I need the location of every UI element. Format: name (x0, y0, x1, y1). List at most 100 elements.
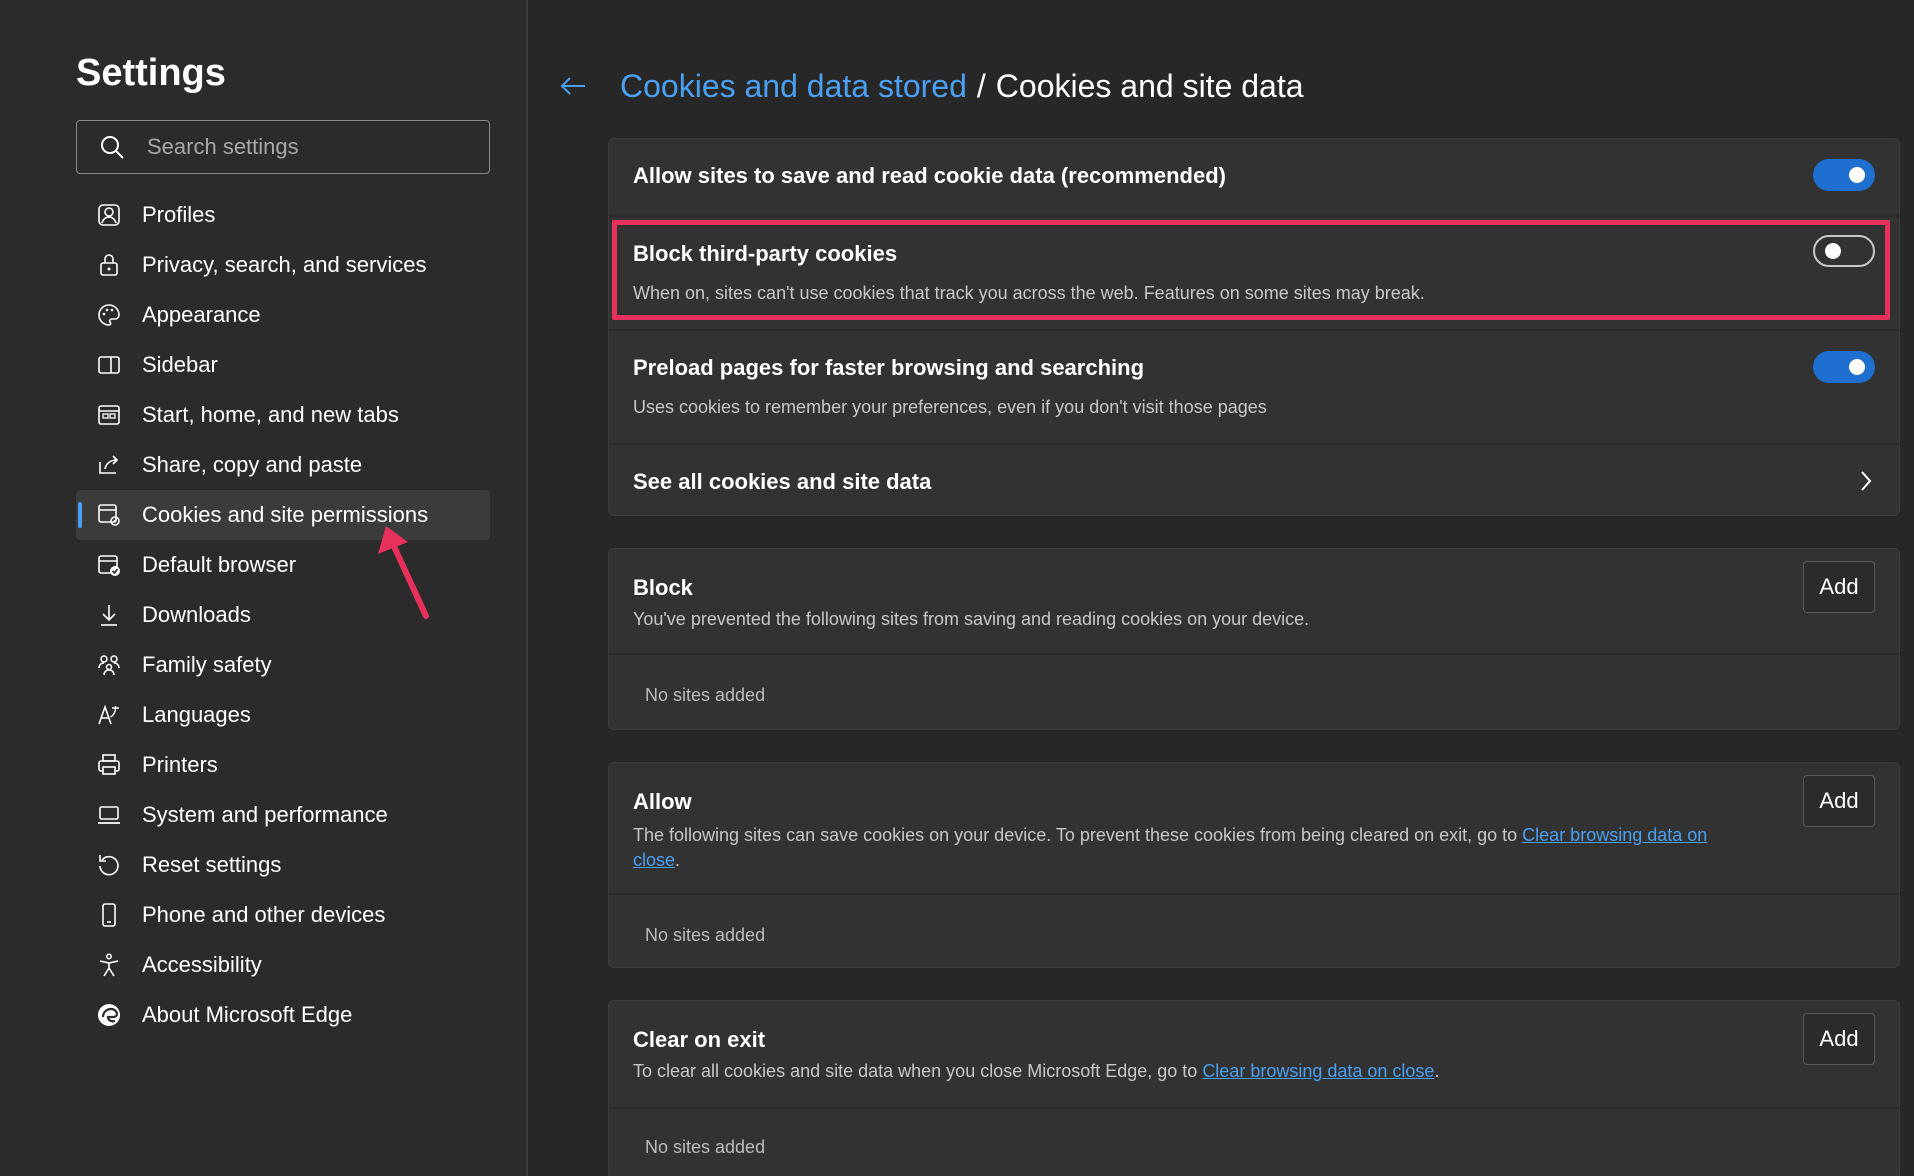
setting-title: Block third-party cookies (633, 241, 898, 266)
nav-item-privacy[interactable]: Privacy, search, and services (76, 240, 490, 290)
divider (609, 893, 1899, 895)
nav-label: System and performance (142, 802, 388, 827)
cookie-settings-card: Allow sites to save and read cookie data… (608, 138, 1900, 516)
nav-label: Downloads (142, 602, 251, 627)
clear-on-exit-add-button[interactable]: Add (1803, 1013, 1875, 1065)
setting-preload: Preload pages for faster browsing and se… (609, 331, 1899, 443)
description-suffix: . (675, 850, 681, 870)
nav-item-printers[interactable]: Printers (76, 740, 490, 790)
nav-label: Languages (142, 702, 251, 727)
clear-browsing-data-link-cont[interactable]: close (633, 850, 675, 870)
empty-list-text: No sites added (645, 685, 766, 705)
page-title: Cookies and site data (995, 67, 1304, 104)
toggle-knob (1825, 243, 1841, 259)
reset-icon (94, 850, 124, 880)
nav-item-family-safety[interactable]: Family safety (76, 640, 490, 690)
nav-item-sidebar[interactable]: Sidebar (76, 340, 490, 390)
nav-item-languages[interactable]: Languages (76, 690, 490, 740)
back-arrow-icon[interactable] (558, 68, 594, 104)
setting-description: Uses cookies to remember your preference… (633, 397, 1267, 417)
default-browser-icon (94, 550, 124, 580)
nav-label: About Microsoft Edge (142, 1002, 353, 1027)
nav-label: Default browser (142, 552, 297, 577)
divider (609, 653, 1899, 655)
empty-list-text: No sites added (645, 925, 766, 945)
setting-title: Preload pages for faster browsing and se… (633, 355, 1145, 380)
nav-item-accessibility[interactable]: Accessibility (76, 940, 490, 990)
clear-browsing-data-link[interactable]: Clear browsing data on (1522, 825, 1707, 845)
nav-label: Profiles (142, 202, 216, 227)
phone-icon (94, 900, 124, 930)
cookie-permissions-icon (94, 500, 124, 530)
block-add-button[interactable]: Add (1803, 561, 1875, 613)
annotation-arrow-icon (378, 526, 429, 619)
setting-title: Allow sites to save and read cookie data… (633, 163, 1226, 188)
lock-icon (94, 250, 124, 280)
nav-label: Accessibility (142, 952, 262, 977)
divider (609, 1107, 1899, 1109)
printer-icon (94, 750, 124, 780)
edge-logo-icon (94, 1000, 124, 1030)
palette-icon (94, 300, 124, 330)
toggle-knob (1849, 167, 1865, 183)
share-icon (94, 450, 124, 480)
setting-allow-sites: Allow sites to save and read cookie data… (609, 139, 1899, 215)
search-icon (97, 132, 127, 162)
setting-title: See all cookies and site data (633, 469, 932, 494)
section-description: To clear all cookies and site data when … (633, 1061, 1439, 1082)
nav-item-about[interactable]: About Microsoft Edge (76, 990, 490, 1040)
sidebar-icon (94, 350, 124, 380)
section-description: The following sites can save cookies on … (633, 823, 1743, 873)
search-input[interactable] (147, 134, 447, 160)
allow-add-button[interactable]: Add (1803, 775, 1875, 827)
nav-item-share[interactable]: Share, copy and paste (76, 440, 490, 490)
preload-toggle[interactable] (1813, 351, 1875, 383)
breadcrumb-parent-link[interactable]: Cookies and data stored (620, 68, 967, 105)
clear-on-exit-section: Clear on exit To clear all cookies and s… (608, 1000, 1900, 1176)
nav-item-reset[interactable]: Reset settings (76, 840, 490, 890)
nav-item-phone[interactable]: Phone and other devices (76, 890, 490, 940)
description-text: To clear all cookies and site data when … (633, 1061, 1203, 1081)
allow-section: Allow The following sites can save cooki… (608, 762, 1900, 968)
nav-label: Appearance (142, 302, 261, 327)
empty-list-text: No sites added (645, 1137, 766, 1157)
nav-label: Family safety (142, 652, 272, 677)
toggle-knob (1849, 359, 1865, 375)
nav-label: Phone and other devices (142, 902, 386, 927)
main-content: Cookies and data stored / Cookies and si… (530, 0, 1914, 1176)
section-title: Block (633, 575, 693, 600)
block-third-party-toggle[interactable] (1813, 235, 1875, 267)
nav-label: Start, home, and new tabs (142, 402, 399, 427)
allow-sites-toggle[interactable] (1813, 159, 1875, 191)
section-description: You've prevented the following sites fro… (633, 609, 1310, 629)
family-icon (94, 650, 124, 680)
section-title: Clear on exit (633, 1027, 766, 1052)
download-icon (94, 600, 124, 630)
nav-item-profiles[interactable]: Profiles (76, 190, 490, 240)
nav-label: Reset settings (142, 852, 282, 877)
clear-browsing-data-link[interactable]: Clear browsing data on close (1202, 1061, 1434, 1081)
setting-description: When on, sites can't use cookies that tr… (633, 283, 1425, 303)
block-section: Block You've prevented the following sit… (608, 548, 1900, 730)
nav-item-system[interactable]: System and performance (76, 790, 490, 840)
nav-label: Sidebar (142, 352, 218, 377)
section-title: Allow (633, 789, 692, 814)
accessibility-icon (94, 950, 124, 980)
laptop-icon (94, 800, 124, 830)
see-all-cookies-link[interactable]: See all cookies and site data (609, 445, 1899, 517)
profile-icon (94, 200, 124, 230)
nav-item-start-home[interactable]: Start, home, and new tabs (76, 390, 490, 440)
nav-label: Printers (142, 752, 218, 777)
nav-label: Privacy, search, and services (142, 252, 427, 277)
setting-block-third-party: Block third-party cookies When on, sites… (609, 217, 1899, 329)
language-icon (94, 700, 124, 730)
breadcrumb-separator: / (976, 67, 986, 104)
home-tabs-icon (94, 400, 124, 430)
breadcrumb: Cookies and data stored / Cookies and si… (558, 64, 1304, 108)
nav-label: Share, copy and paste (142, 452, 363, 477)
description-suffix: . (1434, 1061, 1440, 1081)
chevron-right-icon (1859, 469, 1873, 498)
nav-item-appearance[interactable]: Appearance (76, 290, 490, 340)
search-box[interactable] (76, 120, 490, 174)
settings-title: Settings (76, 52, 226, 94)
